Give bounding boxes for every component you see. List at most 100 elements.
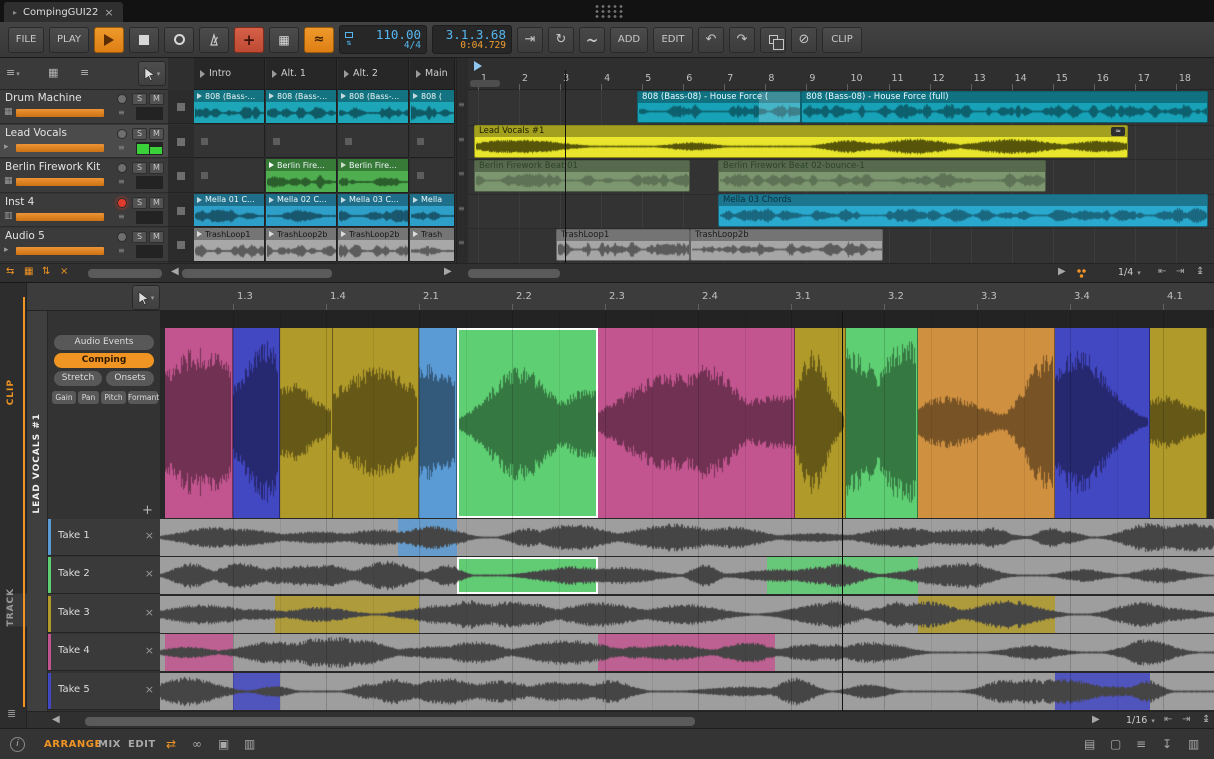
onsets-button[interactable]: Onsets — [106, 371, 154, 386]
take-lane-1[interactable] — [160, 519, 1214, 556]
edit-button[interactable]: EDIT — [653, 27, 693, 53]
track-header-audio-5[interactable]: Audio 5▸SM≡ — [0, 228, 168, 262]
track-header-drum-machine[interactable]: Drum Machine▦SM≡ — [0, 90, 168, 124]
file-button[interactable]: FILE — [8, 27, 44, 53]
arranger-snap-select[interactable]: 1/4 ▾ — [1118, 267, 1141, 278]
arranger-clip-lead-vocals-1[interactable]: Lead Vocals #1≈ — [474, 125, 1128, 158]
snap-right-icon[interactable]: ⇥ — [1176, 266, 1184, 277]
monitor-icon[interactable]: ▣ — [218, 737, 229, 751]
shuffle-icon[interactable]: ⇄ — [166, 737, 176, 751]
mute-button[interactable]: M — [149, 231, 164, 243]
scene-play-icon[interactable] — [344, 70, 349, 78]
volume-fader[interactable] — [16, 178, 104, 186]
slot-play-icon[interactable] — [413, 231, 418, 237]
comp-segment-1[interactable] — [165, 328, 233, 518]
empty-slot[interactable] — [410, 159, 455, 193]
slot-play-icon[interactable] — [413, 93, 418, 99]
close-icon[interactable]: × — [60, 266, 68, 277]
track-list-icon[interactable]: ≡▾ — [6, 66, 20, 79]
comp-segment-5[interactable] — [419, 328, 457, 518]
track-stop-button[interactable] — [168, 228, 194, 262]
slot-play-icon[interactable] — [197, 231, 202, 237]
slot-play-icon[interactable] — [269, 93, 274, 99]
clip-slot[interactable]: Mella 02 C... — [266, 194, 337, 228]
grid-view-icon[interactable]: ▦ — [48, 66, 58, 79]
vertical-zoom-icon[interactable]: ↨ — [1202, 714, 1210, 725]
take-label-5[interactable]: Take 5× — [48, 673, 160, 710]
slot-play-icon[interactable] — [341, 197, 346, 203]
remove-take-button[interactable]: × — [145, 606, 154, 619]
editor-pointer-tool-button[interactable]: ▾ — [132, 285, 160, 310]
flip-icon[interactable]: ⇆ — [6, 266, 14, 277]
track-stop-button[interactable] — [168, 125, 194, 159]
comp-segment-3[interactable] — [280, 328, 333, 518]
slot-play-icon[interactable] — [341, 162, 346, 168]
empty-slot[interactable] — [266, 125, 337, 159]
play-start-marker[interactable] — [474, 61, 482, 71]
clip-slot[interactable]: Berlin Fire... — [338, 159, 409, 193]
clip-slot[interactable]: Berlin Fire... — [266, 159, 337, 193]
arranger-clip-808-bass-08-house-force-full[interactable]: 808 (Bass-08) - House Force (full) — [801, 91, 1208, 124]
empty-slot[interactable] — [338, 125, 409, 159]
comp-segment-2[interactable] — [233, 328, 280, 518]
comp-segment-9[interactable] — [846, 328, 918, 518]
arranger-clip-berlin-firework-beat-02-bounce-1[interactable]: Berlin Firework Beat 02-bounce-1 — [718, 160, 1046, 193]
arranger-clip-trashloop1[interactable]: TrashLoop1 — [556, 229, 690, 262]
comp-segment-11[interactable] — [1055, 328, 1150, 518]
play-menu-button[interactable]: PLAY — [49, 27, 89, 53]
columns-icon[interactable]: ▥ — [244, 737, 255, 751]
pattern-icon[interactable] — [1076, 268, 1087, 279]
track-stop-button[interactable] — [168, 90, 194, 124]
snap-right-icon[interactable]: ⇥ — [1182, 714, 1190, 725]
timeline-scrollbar[interactable] — [468, 269, 560, 278]
cancel-button[interactable]: ⊘ — [791, 27, 817, 53]
comping-editor[interactable] — [160, 311, 1214, 711]
tab-clip[interactable]: CLIP — [6, 379, 16, 405]
slot-play-icon[interactable] — [197, 197, 202, 203]
pointer-tool-button[interactable]: ▾ — [138, 61, 166, 86]
arranger-clip-trashloop2b[interactable]: TrashLoop2b — [690, 229, 883, 262]
clip-slot[interactable]: 808 (Bass-... — [194, 90, 265, 124]
arm-button[interactable] — [117, 163, 127, 173]
mute-button[interactable]: M — [149, 197, 164, 209]
comp-segment-8[interactable] — [795, 328, 846, 518]
track-stop-button[interactable] — [168, 194, 194, 228]
clip-slot[interactable]: Mella 03 C... — [338, 194, 409, 228]
editor-snap-select[interactable]: 1/16 ▾ — [1126, 715, 1155, 726]
take-label-2[interactable]: Take 2× — [48, 557, 160, 594]
scene-header-intro[interactable]: Intro — [194, 58, 265, 90]
dual-display-button[interactable]: ≈ — [304, 27, 334, 53]
arranger-timeline[interactable]: 123456789101112131415161718808 (Bass-08)… — [468, 58, 1214, 263]
remove-take-button[interactable]: × — [145, 644, 154, 657]
clip-slot[interactable]: Mella 01 C... — [194, 194, 265, 228]
take-lane-3[interactable] — [160, 596, 1214, 633]
metronome-button[interactable] — [199, 27, 229, 53]
redo-button[interactable]: ↷ — [729, 27, 755, 53]
tab-edit[interactable]: EDIT — [128, 739, 156, 750]
arranger-clip-808-bass-08-house-force[interactable]: 808 (Bass-08) - House Force ( — [637, 91, 801, 124]
clip-slot[interactable]: Trash — [410, 228, 455, 262]
info-icon[interactable]: i — [10, 737, 25, 752]
project-tab[interactable]: ▸ CompingGUI22 × — [4, 2, 123, 22]
arm-button[interactable] — [117, 232, 127, 242]
gain-button[interactable]: Gain — [52, 391, 76, 404]
slot-play-icon[interactable] — [269, 197, 274, 203]
list-view-icon[interactable]: ≡ — [80, 66, 89, 79]
mute-button[interactable]: M — [149, 162, 164, 174]
slot-play-icon[interactable] — [197, 93, 202, 99]
slot-play-icon[interactable] — [269, 162, 274, 168]
scene-play-icon[interactable] — [416, 70, 421, 78]
arm-button[interactable] — [117, 94, 127, 104]
stretch-button[interactable]: Stretch — [54, 371, 102, 386]
pan-button[interactable]: Pan — [78, 391, 99, 404]
volume-fader[interactable] — [16, 144, 104, 152]
vertical-zoom-icon[interactable]: ↨ — [1196, 266, 1204, 277]
audio-events-button[interactable]: Audio Events — [54, 335, 154, 350]
stop-button[interactable] — [129, 27, 159, 53]
mixer-icon[interactable]: ≡ — [1136, 737, 1146, 751]
take-label-1[interactable]: Take 1× — [48, 519, 160, 556]
track-header-lead-vocals[interactable]: Lead Vocals▸SM≡ — [0, 125, 168, 159]
arranger-clip-mella-03-chords[interactable]: Mella 03 Chords — [718, 194, 1208, 227]
punch-button[interactable]: ⇥ — [517, 27, 543, 53]
zoom-scrollbar[interactable] — [470, 80, 500, 87]
